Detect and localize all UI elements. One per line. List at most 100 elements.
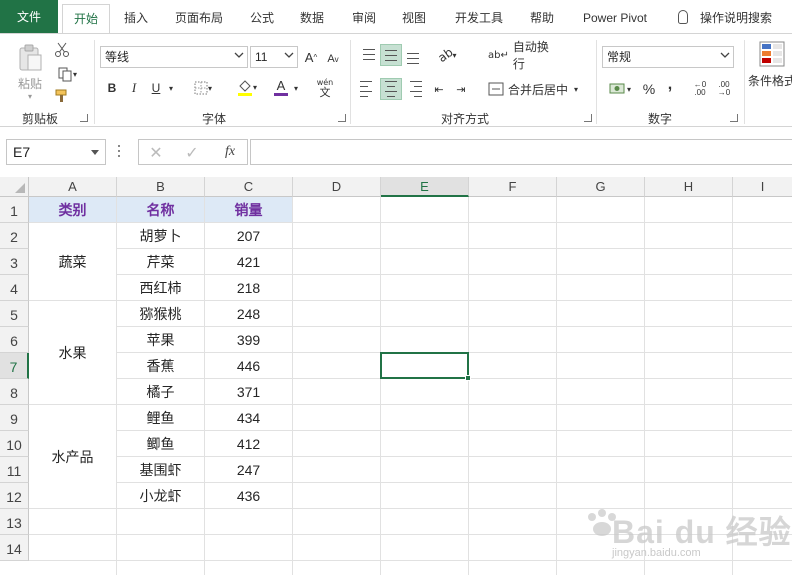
decrease-font-button[interactable]: Av (324, 48, 342, 70)
number-format-dropdown[interactable]: 常规 (602, 46, 734, 68)
tell-me-search[interactable]: 操作说明搜索 (700, 4, 780, 32)
row-header-3[interactable]: 3 (0, 249, 29, 275)
copy-button[interactable]: ▾ (52, 64, 82, 84)
fill-color-button[interactable]: ▾ (232, 76, 262, 98)
sales-cell[interactable]: 247 (205, 457, 292, 482)
sales-cell[interactable]: 421 (205, 249, 292, 274)
sales-cell[interactable]: 412 (205, 431, 292, 456)
row-header-12[interactable]: 12 (0, 483, 29, 509)
column-header-d[interactable]: D (293, 177, 381, 197)
tab-home[interactable]: 开始 (62, 4, 110, 34)
category-cell[interactable]: 蔬菜 (29, 223, 116, 300)
decrease-decimal-button[interactable]: .00 →0 (714, 78, 734, 100)
row-header-9[interactable]: 9 (0, 405, 29, 431)
product-name-cell[interactable]: 橘子 (117, 379, 204, 404)
clipboard-launcher-icon[interactable] (80, 114, 88, 122)
align-right-button[interactable] (404, 78, 422, 100)
row-header-5[interactable]: 5 (0, 301, 29, 327)
category-cell[interactable]: 水产品 (29, 405, 116, 508)
sales-cell[interactable]: 436 (205, 483, 292, 508)
category-cell[interactable]: 水果 (29, 301, 116, 404)
row-header-10[interactable]: 10 (0, 431, 29, 457)
sales-cell[interactable]: 399 (205, 327, 292, 352)
increase-font-button[interactable]: A ^ (302, 46, 320, 68)
product-name-cell[interactable]: 猕猴桃 (117, 301, 204, 326)
insert-function-button[interactable]: fx (219, 143, 241, 161)
product-name-cell[interactable]: 小龙虾 (117, 483, 204, 508)
top-align-button[interactable] (360, 44, 378, 64)
merge-center-button[interactable]: 合并后居中 ▾ (488, 78, 582, 100)
column-header-b[interactable]: B (117, 177, 205, 197)
column-header-g[interactable]: G (557, 177, 645, 197)
row-header-11[interactable]: 11 (0, 457, 29, 483)
font-size-dropdown[interactable]: 11 (250, 46, 298, 68)
number-launcher-icon[interactable] (730, 114, 738, 122)
product-name-cell[interactable]: 鲤鱼 (117, 405, 204, 430)
wrap-text-button[interactable]: ab↵ 自动换行 (488, 40, 560, 71)
column-header-a[interactable]: A (29, 177, 117, 197)
align-left-button[interactable] (360, 78, 378, 100)
drag-handle-icon[interactable] (118, 145, 120, 159)
italic-button[interactable]: I (126, 78, 142, 98)
increase-indent-button[interactable]: ⇥ (452, 78, 470, 100)
underline-button[interactable]: U (148, 78, 164, 98)
row-header-14[interactable]: 14 (0, 535, 29, 561)
column-header-h[interactable]: H (645, 177, 733, 197)
bold-button[interactable]: B (104, 78, 120, 98)
align-center-button[interactable] (380, 78, 402, 100)
increase-decimal-button[interactable]: ←0.00 (690, 78, 710, 100)
column-header-e[interactable]: E (381, 177, 469, 197)
product-name-cell[interactable]: 西红柿 (117, 275, 204, 300)
alignment-launcher-icon[interactable] (584, 114, 592, 122)
column-header-c[interactable]: C (205, 177, 293, 197)
font-name-dropdown[interactable]: 等线 (100, 46, 248, 68)
fill-handle[interactable] (465, 375, 471, 381)
tab-data[interactable]: 数据 (294, 4, 330, 32)
product-name-cell[interactable]: 香蕉 (117, 353, 204, 378)
sales-cell[interactable]: 207 (205, 223, 292, 248)
formula-input[interactable] (250, 139, 792, 165)
middle-align-button[interactable] (380, 44, 402, 66)
name-box[interactable]: E7 (6, 139, 106, 165)
product-name-cell[interactable]: 苹果 (117, 327, 204, 352)
product-name-cell[interactable]: 鲫鱼 (117, 431, 204, 456)
tab-help[interactable]: 帮助 (524, 4, 560, 32)
bottom-align-button[interactable] (404, 48, 422, 68)
active-cell-selection[interactable] (380, 352, 471, 381)
font-launcher-icon[interactable] (338, 114, 346, 122)
comma-button[interactable]: , (662, 74, 678, 96)
phonetic-button[interactable]: wén 文 (310, 76, 340, 100)
tab-review[interactable]: 审阅 (346, 4, 382, 32)
row-header-4[interactable]: 4 (0, 275, 29, 301)
tab-developer[interactable]: 开发工具 (448, 4, 510, 32)
chevron-down-icon[interactable]: ▾ (292, 78, 300, 98)
conditional-formatting-button[interactable]: 条件格式 (748, 40, 792, 96)
tab-page-layout[interactable]: 页面布局 (168, 4, 230, 32)
cancel-icon[interactable]: ✕ (147, 143, 165, 162)
tab-power-pivot[interactable]: Power Pivot (574, 4, 656, 32)
format-painter-button[interactable] (52, 86, 72, 106)
product-name-cell[interactable]: 胡萝卜 (117, 223, 204, 248)
decrease-indent-button[interactable]: ⇤ (430, 78, 448, 100)
row-header-13[interactable]: 13 (0, 509, 29, 535)
sales-cell[interactable]: 446 (205, 353, 292, 378)
check-icon[interactable]: ✓ (183, 143, 201, 162)
tab-formulas[interactable]: 公式 (244, 4, 280, 32)
row-header-2[interactable]: 2 (0, 223, 29, 249)
table-header-cell[interactable]: 销量 (205, 197, 292, 222)
row-header-7[interactable]: 7 (0, 353, 29, 379)
table-header-cell[interactable]: 名称 (117, 197, 204, 222)
select-all-button[interactable] (0, 177, 29, 197)
row-header-8[interactable]: 8 (0, 379, 29, 405)
chevron-down-icon[interactable]: ▾ (166, 78, 176, 98)
accounting-format-button[interactable]: ▾ (604, 78, 636, 100)
sales-cell[interactable]: 434 (205, 405, 292, 430)
table-header-cell[interactable]: 类别 (29, 197, 116, 222)
percent-button[interactable]: % (640, 78, 658, 100)
product-name-cell[interactable]: 芹菜 (117, 249, 204, 274)
tab-insert[interactable]: 插入 (118, 4, 154, 32)
cut-button[interactable] (52, 40, 72, 60)
sales-cell[interactable]: 248 (205, 301, 292, 326)
orientation-button[interactable]: ab ▾ (432, 44, 462, 66)
row-header-6[interactable]: 6 (0, 327, 29, 353)
